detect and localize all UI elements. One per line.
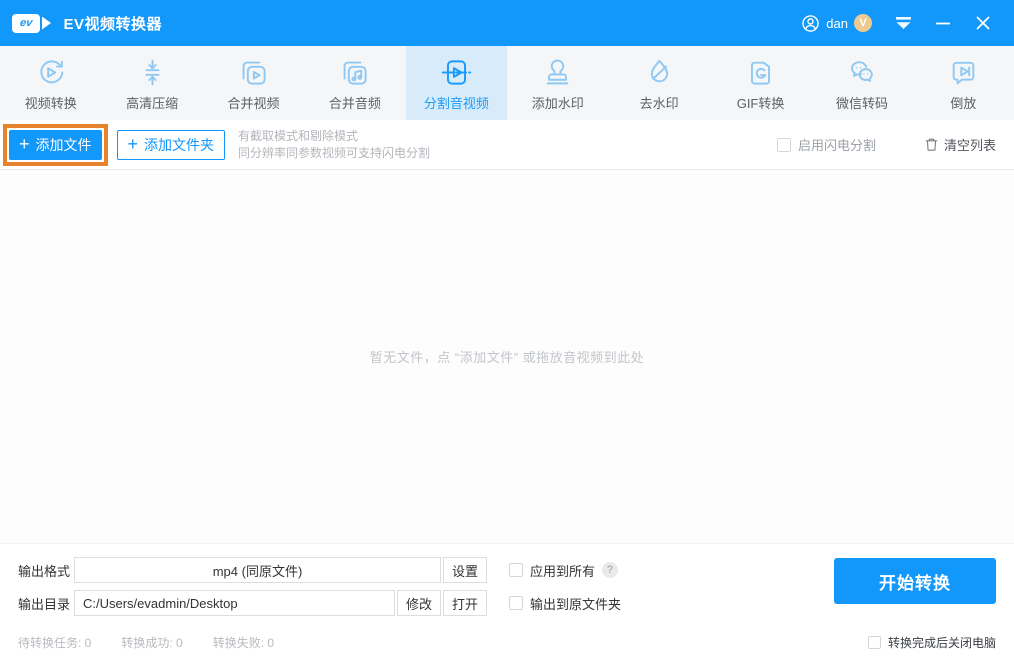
app-window: ev EV视频转换器 dan V 视频转换 高清压缩 合并视频 合并音频 分割音… bbox=[0, 0, 1014, 660]
split-audio-video-icon bbox=[441, 57, 472, 88]
user-name: dan bbox=[826, 15, 848, 31]
add-folder-button[interactable]: + 添加文件夹 bbox=[116, 129, 226, 160]
add-file-label: 添加文件 bbox=[35, 136, 92, 153]
tab-label: 高清压缩 bbox=[126, 95, 179, 111]
add-folder-label: 添加文件夹 bbox=[144, 136, 215, 153]
app-logo-icon: ev bbox=[12, 13, 51, 33]
video-convert-icon bbox=[35, 57, 66, 88]
output-dir-label: 输出目录 bbox=[18, 596, 71, 612]
tab-label: 分割音视频 bbox=[423, 95, 489, 111]
wechat-transcode-icon bbox=[846, 57, 877, 88]
plus-icon: + bbox=[127, 133, 139, 154]
open-dir-button[interactable]: 打开 bbox=[443, 590, 487, 616]
hint-line-2: 同分辨率同参数视频可支持闪电分割 bbox=[238, 145, 431, 160]
lightning-split-label: 启用闪电分割 bbox=[797, 138, 876, 153]
tab-label: 合并视频 bbox=[227, 95, 280, 111]
actionbar: + 添加文件 + 添加文件夹 有截取模式和剔除模式 同分辨率同参数视频可支持闪电… bbox=[0, 120, 1014, 170]
lightning-split-checkbox[interactable]: 启用闪电分割 bbox=[776, 135, 876, 154]
tab-split-audio-video[interactable]: 分割音视频 bbox=[405, 46, 508, 120]
output-section: 输出格式 设置 输出目录 修改 打开 应用到所有 ? bbox=[0, 543, 1014, 625]
tab-reverse-play[interactable]: 倒放 bbox=[913, 46, 1014, 120]
main-menu-button[interactable] bbox=[886, 8, 920, 38]
modify-dir-button[interactable]: 修改 bbox=[397, 590, 441, 616]
shutdown-label: 转换完成后关闭电脑 bbox=[887, 636, 996, 650]
remove-watermark-icon bbox=[644, 57, 675, 88]
output-dir-input[interactable] bbox=[74, 590, 395, 616]
tab-wechat-transcode[interactable]: 微信转码 bbox=[811, 46, 912, 120]
hint-line-1: 有截取模式和剔除模式 bbox=[238, 128, 359, 143]
add-watermark-icon bbox=[542, 57, 573, 88]
tab-label: 倒放 bbox=[950, 95, 977, 111]
output-format-label: 输出格式 bbox=[18, 563, 71, 579]
tab-gif-convert[interactable]: GIF转换 bbox=[710, 46, 811, 120]
tab-add-watermark[interactable]: 添加水印 bbox=[507, 46, 608, 120]
annotation-highlight-box: + 添加文件 bbox=[3, 123, 108, 166]
status-counter: 转换失败: 0 bbox=[212, 636, 275, 650]
format-settings-button[interactable]: 设置 bbox=[443, 557, 487, 583]
user-avatar-icon bbox=[800, 13, 821, 34]
feature-tabs: 视频转换 高清压缩 合并视频 合并音频 分割音视频 添加水印 去水印 GIF转换 微信转码 倒放 bbox=[0, 46, 1014, 120]
tab-label: 微信转码 bbox=[835, 95, 888, 111]
titlebar-controls: dan V bbox=[800, 8, 1000, 38]
tab-merge-audio[interactable]: 合并音频 bbox=[304, 46, 405, 120]
titlebar: ev EV视频转换器 dan V bbox=[0, 0, 1014, 46]
output-format-row: 输出格式 设置 bbox=[18, 557, 487, 583]
checkbox-box[interactable] bbox=[867, 636, 881, 649]
checkbox-box[interactable] bbox=[776, 137, 791, 152]
conversion-counters: 待转换任务: 0 转换成功: 0 转换失败: 0 bbox=[18, 634, 274, 651]
merge-audio-icon bbox=[339, 57, 370, 88]
checkbox-box[interactable] bbox=[509, 563, 523, 577]
tab-label: GIF转换 bbox=[736, 95, 785, 111]
output-format-input[interactable] bbox=[74, 557, 441, 583]
plus-icon: + bbox=[19, 133, 30, 154]
file-drop-area[interactable]: 暂无文件，点 “添加文件” 或拖放音视频到此处 bbox=[0, 170, 1014, 543]
tab-label: 去水印 bbox=[639, 95, 679, 111]
window-title: EV视频转换器 bbox=[63, 15, 163, 33]
statusbar: 待转换任务: 0 转换成功: 0 转换失败: 0 转换完成后关闭电脑 bbox=[0, 625, 1014, 660]
camera-lens-shape bbox=[42, 17, 51, 30]
tab-merge-video[interactable]: 合并视频 bbox=[203, 46, 304, 120]
status-counter: 待转换任务: 0 bbox=[18, 636, 92, 650]
close-button[interactable] bbox=[966, 8, 1000, 38]
tab-label: 视频转换 bbox=[24, 95, 77, 111]
help-icon[interactable]: ? bbox=[602, 562, 619, 578]
logo-text: ev bbox=[19, 17, 33, 29]
tab-remove-watermark[interactable]: 去水印 bbox=[608, 46, 709, 120]
clear-list-label: 清空列表 bbox=[943, 138, 996, 153]
shutdown-after-convert-checkbox[interactable]: 转换完成后关闭电脑 bbox=[867, 634, 996, 651]
start-convert-button[interactable]: 开始转换 bbox=[834, 558, 996, 604]
hd-compress-icon bbox=[137, 57, 168, 88]
tab-video-convert[interactable]: 视频转换 bbox=[0, 46, 101, 120]
apply-to-all-label: 应用到所有 bbox=[530, 563, 596, 579]
tab-label: 合并音频 bbox=[328, 95, 381, 111]
status-counter: 转换成功: 0 bbox=[121, 636, 183, 650]
checkbox-box[interactable] bbox=[509, 596, 523, 610]
user-account-button[interactable]: dan V bbox=[800, 13, 872, 34]
reverse-play-icon bbox=[948, 57, 979, 88]
tab-label: 添加水印 bbox=[531, 95, 584, 111]
add-file-button[interactable]: + 添加文件 bbox=[9, 129, 102, 160]
empty-state-text: 暂无文件，点 “添加文件” 或拖放音视频到此处 bbox=[369, 350, 645, 365]
trash-icon bbox=[924, 137, 944, 152]
vip-badge: V bbox=[854, 14, 872, 32]
minimize-button[interactable] bbox=[926, 8, 960, 38]
output-to-source-checkbox[interactable]: 输出到原文件夹 bbox=[509, 594, 621, 613]
merge-video-icon bbox=[238, 57, 269, 88]
apply-to-all-checkbox[interactable]: 应用到所有 bbox=[509, 561, 595, 580]
output-to-source-label: 输出到原文件夹 bbox=[530, 596, 622, 612]
gif-convert-icon bbox=[745, 57, 776, 88]
output-dir-row: 输出目录 修改 打开 bbox=[18, 590, 487, 616]
split-mode-hint: 有截取模式和剔除模式 同分辨率同参数视频可支持闪电分割 bbox=[238, 128, 430, 162]
clear-list-button[interactable]: 清空列表 bbox=[924, 135, 996, 154]
tab-hd-compress[interactable]: 高清压缩 bbox=[101, 46, 202, 120]
